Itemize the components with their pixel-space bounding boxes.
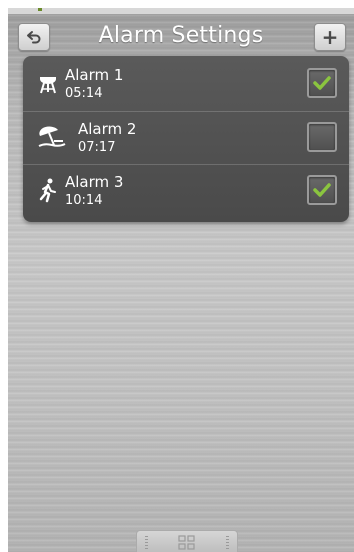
alarm-enabled-checkbox[interactable] [307,175,337,205]
alarm-enabled-checkbox[interactable] [307,122,337,152]
alarm-enabled-checkbox[interactable] [307,68,337,98]
beach-umbrella-icon [38,126,66,147]
alarm-row-3[interactable]: Alarm 3 10:14 [23,164,349,217]
alarm-time: 05:14 [65,86,103,101]
grill-icon [40,77,56,94]
grip-lines [226,536,229,550]
back-button[interactable] [18,23,50,51]
app-drawer-handle[interactable] [136,530,238,552]
status-bar [8,8,354,14]
app-screen: Alarm Settings + Alarm 1 05:14 Alarm 2 0… [8,8,354,552]
header-bar: Alarm Settings + [8,16,354,56]
back-arrow-icon [27,31,41,44]
checkmark-icon [313,183,331,197]
alarm-row-1[interactable]: Alarm 1 05:14 [23,58,349,110]
alarm-list: Alarm 1 05:14 Alarm 2 07:17 Alarm 3 10:1… [23,56,349,222]
walking-person-icon [39,178,56,203]
alarm-time: 07:17 [78,140,116,155]
alarm-row-2[interactable]: Alarm 2 07:17 [23,111,349,164]
app-grid-icon [178,535,195,550]
alarm-name: Alarm 2 [78,120,137,138]
add-alarm-button[interactable]: + [314,23,346,51]
page-title: Alarm Settings [98,23,264,48]
checkmark-icon [313,76,331,90]
grip-lines [145,536,148,550]
alarm-name: Alarm 3 [65,173,124,191]
alarm-name: Alarm 1 [65,66,124,84]
alarm-time: 10:14 [65,193,103,208]
status-indicator [38,8,42,11]
